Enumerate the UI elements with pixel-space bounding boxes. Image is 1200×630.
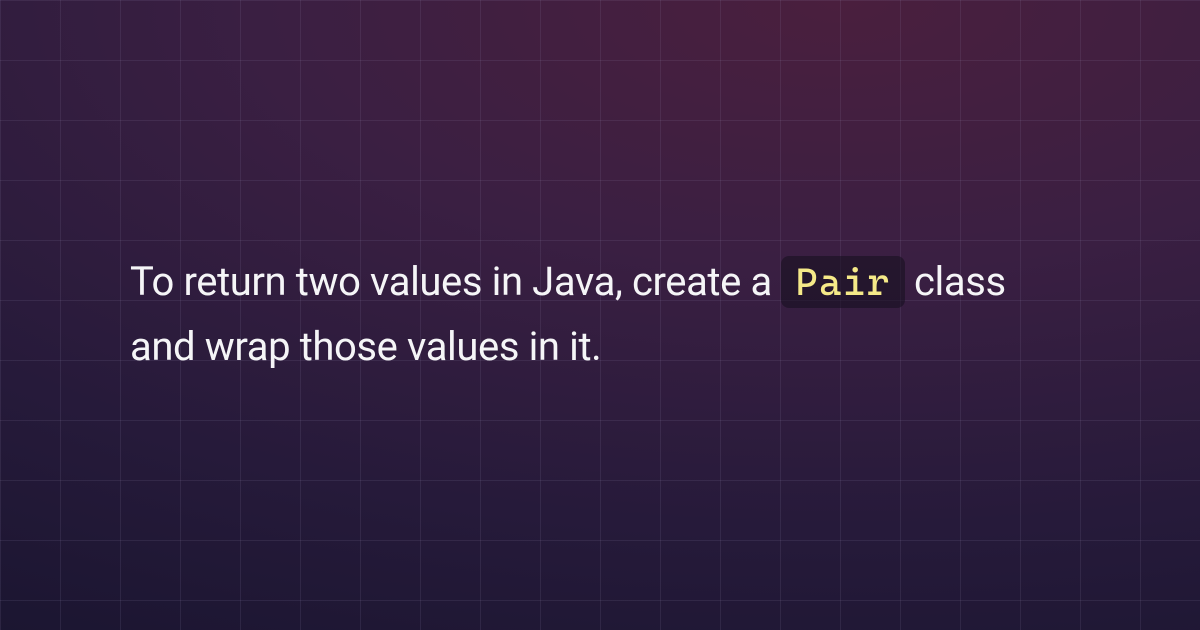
main-text: To return two values in Java, create a P… (130, 250, 1070, 380)
inline-code: Pair (781, 256, 904, 308)
text-part-1: To return two values in Java, create a (130, 258, 781, 305)
hero-card: To return two values in Java, create a P… (0, 0, 1200, 630)
